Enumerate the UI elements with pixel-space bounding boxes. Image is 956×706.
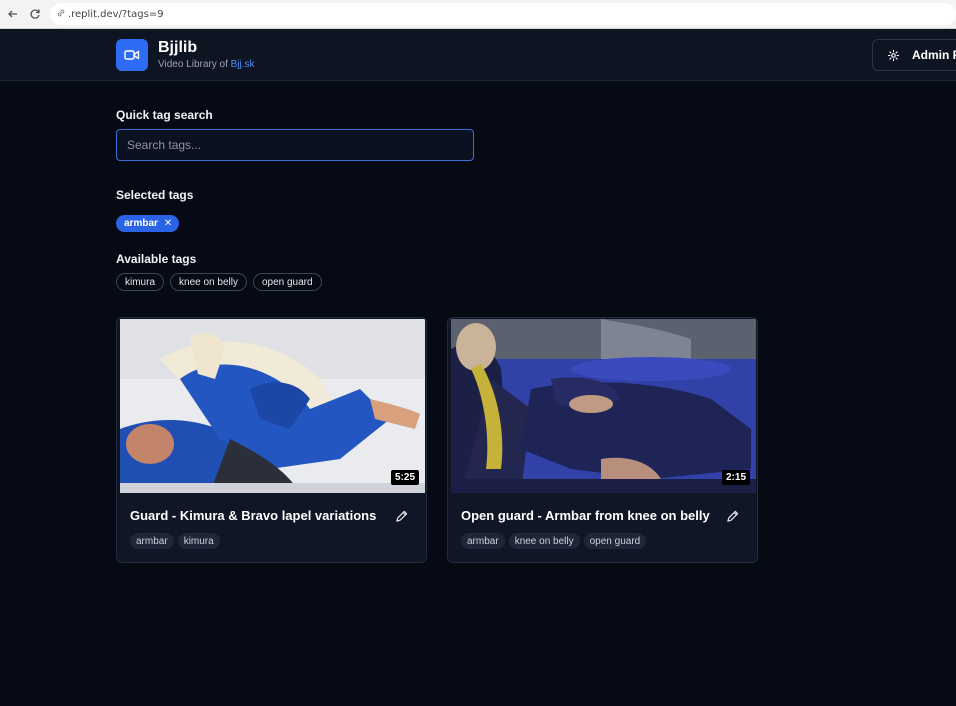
video-tags: armbar knee on belly open guard: [461, 533, 647, 549]
admin-panel-button[interactable]: Admin P: [872, 39, 956, 71]
video-thumbnail[interactable]: 5:25: [120, 319, 425, 493]
available-tag-chip[interactable]: open guard: [252, 273, 322, 291]
video-tag[interactable]: armbar: [130, 533, 174, 549]
pencil-icon[interactable]: [724, 508, 740, 524]
address-bar[interactable]: .replit.dev/?tags=9: [49, 3, 956, 25]
app-header: Bjjlib Video Library of Bjj.sk Admin P: [0, 29, 956, 81]
video-camera-icon[interactable]: [116, 39, 148, 71]
subtitle-text: Video Library of: [158, 59, 231, 70]
selected-tag-chip[interactable]: armbar ✕: [116, 215, 180, 232]
back-arrow-icon[interactable]: [2, 3, 24, 25]
video-tag[interactable]: armbar: [461, 533, 505, 549]
subtitle-link[interactable]: Bjj.sk: [231, 59, 255, 70]
video-card[interactable]: 2:15 Open guard - Armbar from knee on be…: [447, 317, 758, 563]
video-title[interactable]: Guard - Kimura & Bravo lapel variations: [130, 508, 376, 523]
available-tags-label: Available tags: [116, 252, 197, 266]
app-subtitle: Video Library of Bjj.sk: [158, 59, 255, 70]
video-duration: 2:15: [721, 470, 750, 485]
reload-icon[interactable]: [24, 3, 46, 25]
app-title[interactable]: Bjjlib: [158, 39, 197, 57]
close-icon[interactable]: ✕: [164, 218, 172, 229]
video-tag[interactable]: knee on belly: [508, 533, 580, 549]
selected-tag-label: armbar: [124, 218, 158, 229]
pencil-icon[interactable]: [393, 508, 409, 524]
search-label: Quick tag search: [116, 108, 213, 122]
gear-icon: [887, 49, 900, 62]
video-tags: armbar kimura: [130, 533, 220, 549]
selected-tags-label: Selected tags: [116, 188, 194, 202]
url-text: .replit.dev/?tags=9: [67, 8, 164, 20]
available-tags-list: kimura knee on belly open guard: [116, 273, 322, 291]
video-tag[interactable]: open guard: [583, 533, 647, 549]
available-tag-chip[interactable]: kimura: [116, 273, 165, 291]
video-card[interactable]: 5:25 Guard - Kimura & Bravo lapel variat…: [116, 317, 427, 563]
video-thumbnail[interactable]: 2:15: [451, 319, 756, 493]
admin-button-label: Admin P: [912, 48, 956, 62]
available-tag-chip[interactable]: knee on belly: [170, 273, 247, 291]
browser-toolbar: .replit.dev/?tags=9: [0, 0, 956, 29]
video-tag[interactable]: kimura: [177, 533, 220, 549]
tag-search-input[interactable]: [116, 129, 474, 161]
video-title[interactable]: Open guard - Armbar from knee on belly: [461, 508, 710, 523]
link-icon: [56, 8, 66, 21]
video-duration: 5:25: [390, 470, 419, 485]
